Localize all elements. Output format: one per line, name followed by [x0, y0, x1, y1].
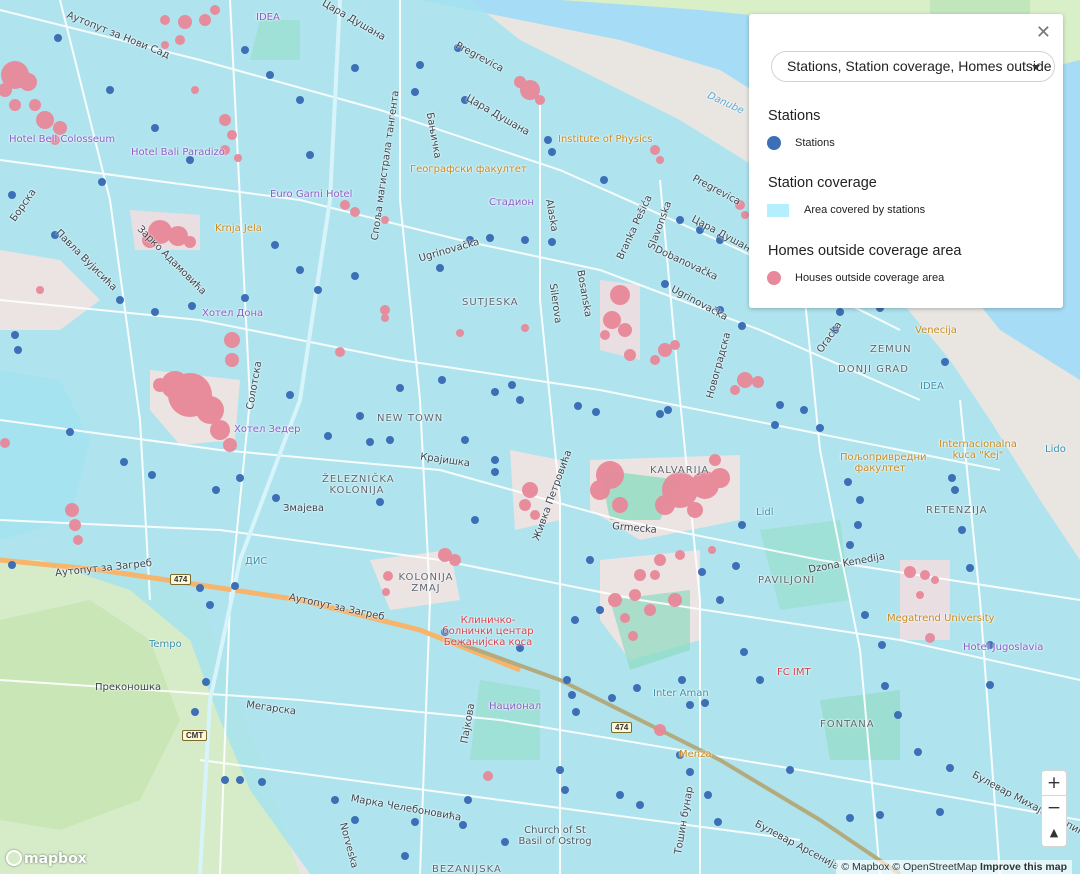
- legend-heading-homes: Homes outside coverage area: [768, 243, 962, 259]
- mapbox-logo-text: mapbox: [24, 851, 87, 867]
- mapbox-logo-icon: [6, 850, 22, 866]
- legend-item-label: Stations: [795, 137, 835, 149]
- close-icon[interactable]: ✕: [1036, 22, 1051, 43]
- route-shield: 474: [170, 574, 192, 585]
- home-swatch-icon: [767, 271, 781, 285]
- chevron-down-icon: [1032, 65, 1040, 70]
- map-attribution: © Mapbox © OpenStreetMap Improve this ma…: [836, 860, 1072, 874]
- improve-map-link[interactable]: Improve this map: [980, 861, 1067, 873]
- layer-select[interactable]: Stations, Station coverage, Homes outsid…: [771, 51, 1055, 82]
- compass-button[interactable]: ▲: [1041, 821, 1067, 847]
- legend-panel: ✕ Stations, Station coverage, Homes outs…: [749, 14, 1063, 308]
- mapbox-logo[interactable]: mapbox: [6, 850, 87, 868]
- legend-item-label: Area covered by stations: [804, 204, 926, 216]
- legend-item-coverage: Area covered by stations: [767, 202, 967, 218]
- legend-heading-coverage: Station coverage: [768, 175, 877, 191]
- legend-item-label: Houses outside coverage area: [795, 272, 945, 284]
- station-swatch-icon: [767, 136, 781, 150]
- coverage-swatch-icon: [767, 204, 789, 217]
- mapbox-attribution-link[interactable]: © Mapbox: [841, 861, 889, 873]
- legend-heading-stations: Stations: [768, 108, 821, 124]
- zoom-in-button[interactable]: +: [1041, 770, 1067, 796]
- route-shield: СМТ: [182, 730, 208, 741]
- legend-item-homes: Houses outside coverage area: [767, 270, 987, 286]
- zoom-out-button[interactable]: −: [1041, 796, 1067, 822]
- osm-attribution-link[interactable]: © OpenStreetMap: [892, 861, 977, 873]
- legend-item-stations: Stations: [767, 135, 967, 151]
- route-shield: 474: [611, 722, 633, 733]
- layer-select-value: Stations, Station coverage, Homes outsid…: [787, 58, 1054, 74]
